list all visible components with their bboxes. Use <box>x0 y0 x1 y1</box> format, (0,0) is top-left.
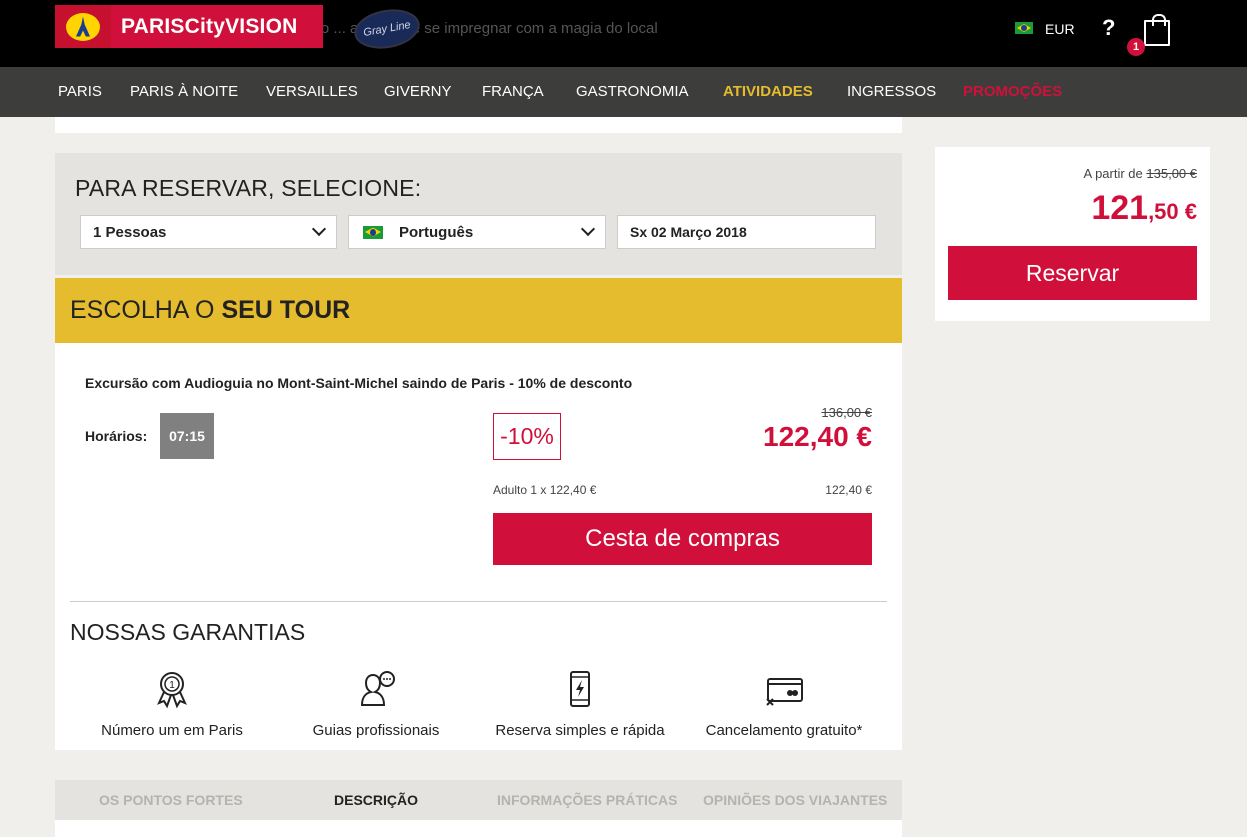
section-divider <box>70 601 887 602</box>
currency-selector[interactable]: EUR <box>1045 21 1075 37</box>
people-select-value: 1 Pessoas <box>93 223 167 241</box>
old-price: 136,00 € <box>821 405 872 420</box>
tab-descricao[interactable]: DESCRIÇÃO <box>334 792 418 808</box>
guarantee-item: Reserva simples e rápida <box>475 669 685 739</box>
sidebar-price-dec: ,50 € <box>1148 199 1197 224</box>
language-select-value: Português <box>399 223 474 241</box>
booking-title: PARA RESERVAR, SELECIONE: <box>75 175 422 201</box>
tour-title-prefix: ESCOLHA O <box>70 296 215 324</box>
tour-section-title: ESCOLHA O SEU TOUR <box>70 296 350 325</box>
guide-chat-icon <box>360 671 395 706</box>
detail-tabs: OS PONTOS FORTES DESCRIÇÃO INFORMAÇÕES P… <box>55 780 902 820</box>
gray-line-logo: Gray Line <box>351 4 423 54</box>
discount-badge: -10% <box>493 413 561 460</box>
guarantee-label: Número um em Paris <box>101 722 243 739</box>
guarantee-item: Guias profissionais <box>271 669 481 739</box>
tour-title-bold: SEU TOUR <box>221 296 351 324</box>
language-select[interactable]: Português <box>348 215 606 249</box>
guarantee-label: Guias profissionais <box>312 722 440 739</box>
chevron-down-icon <box>311 221 327 237</box>
date-field[interactable]: Sx 02 Março 2018 <box>617 215 876 249</box>
credit-card-cancel-icon <box>766 678 803 706</box>
nav-item-promocoes[interactable]: PROMOÇÕES <box>963 83 1062 100</box>
booking-panel: PARA RESERVAR, SELECIONE: 1 Pessoas Port… <box>55 153 902 275</box>
guarantee-item: 1 Número um em Paris <box>67 669 277 739</box>
tour-card: Excursão com Audioguia no Mont-Saint-Mic… <box>55 343 902 750</box>
from-label: A partir de <box>1083 166 1143 181</box>
svg-text:1: 1 <box>169 680 175 691</box>
paris-city-vision-logo[interactable]: PARISCityVISION <box>55 5 323 48</box>
guarantee-item: Cancelamento gratuito* <box>679 669 889 739</box>
phone-bolt-icon <box>570 671 590 707</box>
time-slot-button[interactable]: 07:15 <box>160 413 214 459</box>
sidebar-price: 121,50 € <box>1091 189 1197 228</box>
content-top-strip <box>55 117 902 133</box>
brazil-flag-icon[interactable] <box>1015 22 1033 34</box>
award-ribbon-icon: 1 <box>157 672 187 709</box>
nav-item-franca[interactable]: FRANÇA <box>482 83 544 100</box>
reserve-button[interactable]: Reservar <box>948 246 1197 300</box>
tab-pontos-fortes[interactable]: OS PONTOS FORTES <box>99 792 243 808</box>
price-sidebar: A partir de 135,00 € 121,50 € Reservar <box>935 147 1210 321</box>
guarantees-title: NOSSAS GARANTIAS <box>70 619 306 645</box>
nav-item-paris-a-noite[interactable]: PARIS À NOITE <box>130 83 238 100</box>
date-field-value: Sx 02 Março 2018 <box>630 224 747 240</box>
nav-item-versailles[interactable]: VERSAILLES <box>266 83 358 100</box>
schedule-label: Horários: <box>85 428 148 444</box>
cart-count-badge: 1 <box>1127 38 1145 56</box>
help-icon[interactable]: ? <box>1102 15 1115 41</box>
adult-price-line: Adulto 1 x 122,40 € <box>493 483 597 497</box>
from-price-line: A partir de 135,00 € <box>1084 166 1198 181</box>
eiffel-tower-icon <box>55 5 111 48</box>
add-to-cart-button[interactable]: Cesta de compras <box>493 513 872 565</box>
tab-informacoes-praticas[interactable]: INFORMAÇÕES PRÁTICAS <box>497 792 677 808</box>
main-nav: PARIS PARIS À NOITE VERSAILLES GIVERNY F… <box>0 67 1247 117</box>
guarantee-label: Reserva simples e rápida <box>495 722 665 739</box>
nav-item-gastronomia[interactable]: GASTRONOMIA <box>576 83 689 100</box>
nav-item-atividades[interactable]: ATIVIDADES <box>723 83 813 100</box>
tour-section-header: ESCOLHA O SEU TOUR <box>55 278 902 343</box>
nav-item-ingressos[interactable]: INGRESSOS <box>847 83 936 100</box>
nav-item-giverny[interactable]: GIVERNY <box>384 83 452 100</box>
current-price: 122,40 € <box>763 421 872 452</box>
logo-text: PARISCityVISION <box>121 14 298 38</box>
nav-item-paris[interactable]: PARIS <box>58 83 102 100</box>
top-bar: e do ... animado e se impregnar com a ma… <box>0 0 1247 67</box>
guarantee-label: Cancelamento gratuito* <box>705 722 863 739</box>
from-old-price: 135,00 € <box>1146 166 1197 181</box>
adult-price-total: 122,40 € <box>825 483 872 497</box>
shopping-bag-icon[interactable] <box>1144 14 1170 46</box>
brazil-flag-icon <box>363 225 383 239</box>
tab-opinioes-viajantes[interactable]: OPINIÕES DOS VIAJANTES <box>703 792 887 808</box>
description-area <box>55 820 902 837</box>
people-select[interactable]: 1 Pessoas <box>80 215 337 249</box>
sidebar-price-int: 121 <box>1091 189 1149 227</box>
tour-name: Excursão com Audioguia no Mont-Saint-Mic… <box>85 375 633 391</box>
chevron-down-icon <box>580 221 596 237</box>
